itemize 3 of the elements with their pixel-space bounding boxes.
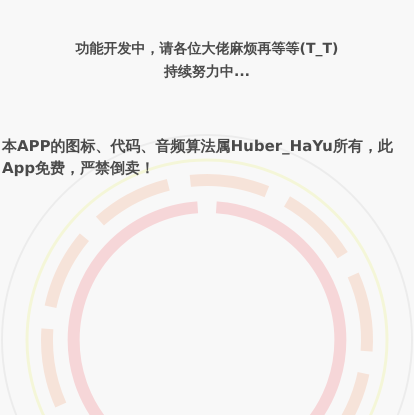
copyright-text: 本APP的图标、代码、音频算法属Huber_HaYu所有，此App免费，严禁倒卖！: [0, 136, 394, 179]
notice-text: 功能开发中，请各位大佬麻烦再等等(T_T): [76, 40, 338, 59]
notice-text: 持续努力中...: [164, 63, 250, 82]
